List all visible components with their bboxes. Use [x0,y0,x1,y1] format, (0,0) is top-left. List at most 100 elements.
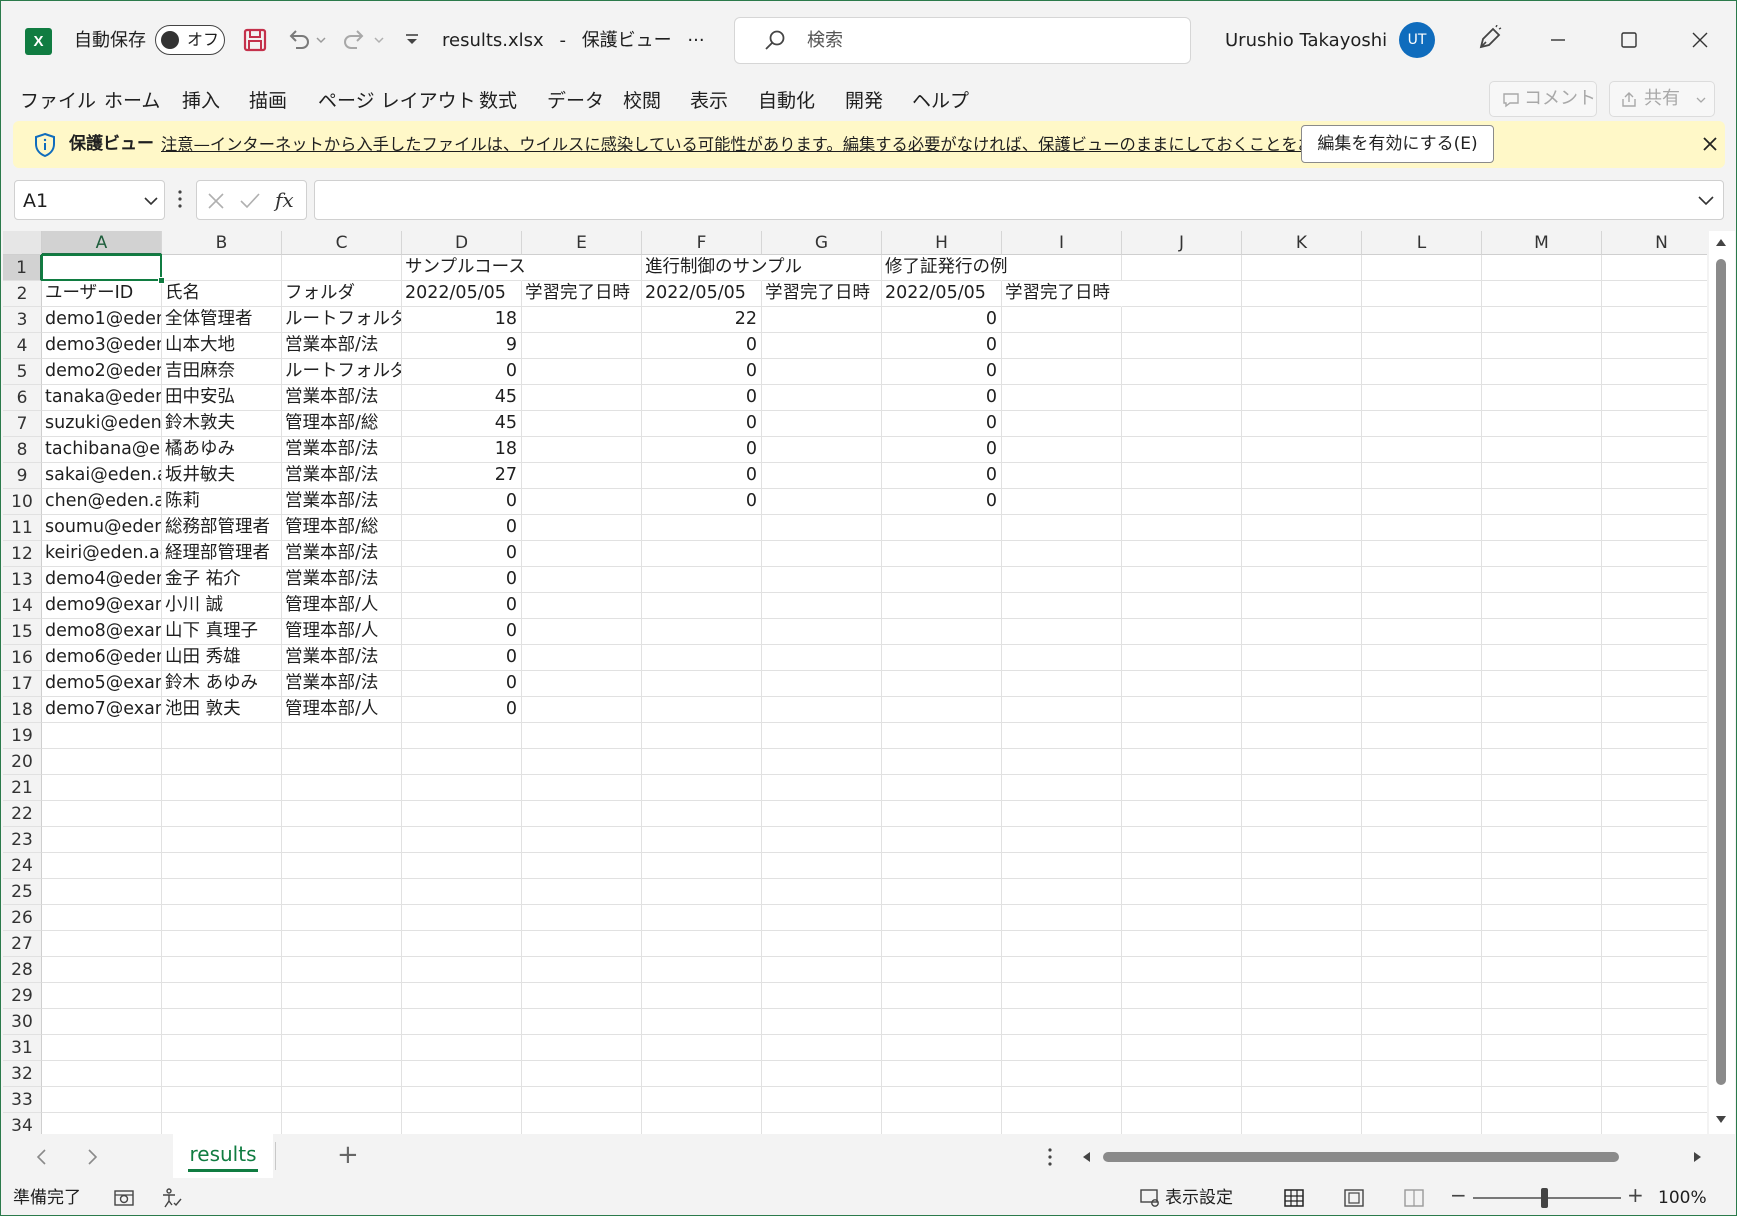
column-header[interactable]: F [642,231,762,255]
cell-I2[interactable]: 学習完了日時 [1002,281,1122,307]
cell-D25[interactable] [402,879,522,905]
cell-G8[interactable] [762,437,882,463]
cell-D5[interactable]: 0 [402,359,522,385]
cell-A10[interactable]: chen@eden.a [42,489,162,515]
cell-C33[interactable] [282,1087,402,1113]
cell-E19[interactable] [522,723,642,749]
cell-G21[interactable] [762,775,882,801]
row-header[interactable]: 33 [3,1087,42,1113]
cell-C22[interactable] [282,801,402,827]
cell-K9[interactable] [1242,463,1362,489]
cell-M1[interactable] [1482,255,1602,281]
cell-A32[interactable] [42,1061,162,1087]
cell-D13[interactable]: 0 [402,567,522,593]
cell-N32[interactable] [1602,1061,1707,1087]
cell-K34[interactable] [1242,1113,1362,1134]
user-name[interactable]: Urushio Takayoshi [1225,28,1387,54]
cell-N1[interactable] [1602,255,1707,281]
cell-H13[interactable] [882,567,1002,593]
cell-N16[interactable] [1602,645,1707,671]
cell-K20[interactable] [1242,749,1362,775]
scroll-left-icon[interactable] [1081,1151,1091,1163]
chevron-down-icon[interactable] [1697,194,1715,206]
cell-N23[interactable] [1602,827,1707,853]
cell-A3[interactable]: demo1@eden [42,307,162,333]
cell-D30[interactable] [402,1009,522,1035]
share-button[interactable]: 共有 [1609,81,1715,117]
cell-B7[interactable]: 鈴木敦夫 [162,411,282,437]
tab-file[interactable]: ファイル [20,87,96,115]
cell-K18[interactable] [1242,697,1362,723]
row-header[interactable]: 21 [3,775,42,801]
cell-A14[interactable]: demo9@exam [42,593,162,619]
cell-I10[interactable] [1002,489,1122,515]
cell-D3[interactable]: 18 [402,307,522,333]
cell-E31[interactable] [522,1035,642,1061]
cell-J30[interactable] [1122,1009,1242,1035]
cell-K5[interactable] [1242,359,1362,385]
cell-H7[interactable]: 0 [882,411,1002,437]
cell-C9[interactable]: 営業本部/法 [282,463,402,489]
cell-K11[interactable] [1242,515,1362,541]
cell-E8[interactable] [522,437,642,463]
cell-N14[interactable] [1602,593,1707,619]
cell-A20[interactable] [42,749,162,775]
cell-B12[interactable]: 経理部管理者 [162,541,282,567]
row-header[interactable]: 29 [3,983,42,1009]
cell-J9[interactable] [1122,463,1242,489]
cell-B25[interactable] [162,879,282,905]
cell-E7[interactable] [522,411,642,437]
cell-F4[interactable]: 0 [642,333,762,359]
row-header[interactable]: 30 [3,1009,42,1035]
row-header[interactable]: 6 [3,385,42,411]
cell-E3[interactable] [522,307,642,333]
cell-L19[interactable] [1362,723,1482,749]
row-header[interactable]: 31 [3,1035,42,1061]
cell-B9[interactable]: 坂井敏夫 [162,463,282,489]
row-header[interactable]: 23 [3,827,42,853]
cell-M33[interactable] [1482,1087,1602,1113]
cell-C30[interactable] [282,1009,402,1035]
cell-J5[interactable] [1122,359,1242,385]
row-header[interactable]: 22 [3,801,42,827]
cell-N24[interactable] [1602,853,1707,879]
tab-draw[interactable]: 描画 [249,87,287,115]
cell-I27[interactable] [1002,931,1122,957]
formula-input[interactable] [314,180,1724,220]
cell-N28[interactable] [1602,957,1707,983]
row-header[interactable]: 1 [3,255,42,281]
cell-M34[interactable] [1482,1113,1602,1134]
row-header[interactable]: 2 [3,281,42,307]
row-header[interactable]: 16 [3,645,42,671]
cell-C13[interactable]: 営業本部/法 [282,567,402,593]
cell-H21[interactable] [882,775,1002,801]
cell-L26[interactable] [1362,905,1482,931]
check-icon[interactable] [239,191,261,211]
cell-H15[interactable] [882,619,1002,645]
cell-F27[interactable] [642,931,762,957]
cell-N26[interactable] [1602,905,1707,931]
cell-J19[interactable] [1122,723,1242,749]
cell-C12[interactable]: 営業本部/法 [282,541,402,567]
cell-D14[interactable]: 0 [402,593,522,619]
cell-J32[interactable] [1122,1061,1242,1087]
column-header[interactable]: J [1122,231,1242,255]
cell-C21[interactable] [282,775,402,801]
cell-C20[interactable] [282,749,402,775]
cell-N9[interactable] [1602,463,1707,489]
cell-H5[interactable]: 0 [882,359,1002,385]
worksheet-grid[interactable]: A B C D E F G H I J K L M N 1 2 3 4 5 6 7 8 9 10 11 12 13 14 15 16 17 1… [3,231,1707,1134]
cell-M19[interactable] [1482,723,1602,749]
cell-F25[interactable] [642,879,762,905]
enable-editing-button[interactable]: 編集を有効にする(E) [1301,125,1494,163]
cell-C31[interactable] [282,1035,402,1061]
cell-I24[interactable] [1002,853,1122,879]
comment-button[interactable]: コメント [1489,81,1597,117]
cell-J31[interactable] [1122,1035,1242,1061]
cell-D33[interactable] [402,1087,522,1113]
cell-M17[interactable] [1482,671,1602,697]
cell-J34[interactable] [1122,1113,1242,1134]
cell-D23[interactable] [402,827,522,853]
cell-N5[interactable] [1602,359,1707,385]
cell-N3[interactable] [1602,307,1707,333]
